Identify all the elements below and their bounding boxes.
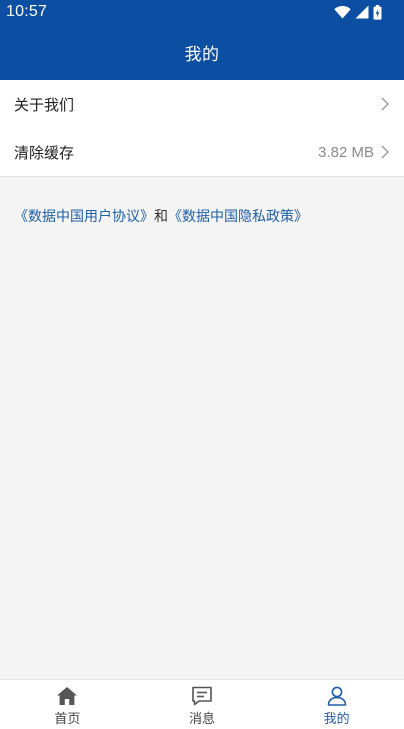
app-bar: 我的 bbox=[0, 24, 404, 80]
tab-mine[interactable]: 我的 bbox=[269, 680, 404, 729]
tab-messages-label: 消息 bbox=[189, 712, 216, 727]
tab-home[interactable]: 首页 bbox=[0, 680, 135, 729]
tab-messages[interactable]: 消息 bbox=[135, 680, 270, 729]
menu-group: 关于我们 清除缓存 3.82 MB bbox=[0, 80, 404, 177]
clear-cache-item[interactable]: 清除缓存 3.82 MB bbox=[0, 128, 404, 176]
about-us-label: 关于我们 bbox=[14, 95, 75, 114]
message-icon bbox=[190, 685, 214, 707]
user-agreement-link[interactable]: 《数据中国用户协议》 bbox=[14, 209, 154, 225]
about-us-item[interactable]: 关于我们 bbox=[0, 80, 404, 128]
page-title: 我的 bbox=[184, 44, 220, 65]
bottom-tab-bar: 首页 消息 我的 bbox=[0, 679, 404, 729]
status-icons bbox=[334, 4, 382, 20]
wifi-icon bbox=[334, 5, 351, 19]
policy-line: 《数据中国用户协议》和《数据中国隐私政策》 bbox=[14, 207, 308, 227]
tab-mine-label: 我的 bbox=[323, 712, 350, 727]
home-icon bbox=[55, 685, 79, 707]
cache-size-value: 3.82 MB bbox=[318, 143, 374, 161]
chevron-right-icon bbox=[380, 97, 390, 111]
privacy-policy-link[interactable]: 《数据中国隐私政策》 bbox=[168, 209, 308, 225]
status-time: 10:57 bbox=[6, 3, 48, 20]
policy-connector: 和 bbox=[154, 209, 168, 225]
screen: 10:57 我的 关于我们 清除缓存 3.82 MB 《数据中国用户协议》和《数… bbox=[0, 0, 404, 729]
battery-charging-icon bbox=[373, 4, 382, 20]
tab-home-label: 首页 bbox=[54, 712, 81, 727]
status-bar: 10:57 bbox=[0, 0, 404, 24]
clear-cache-label: 清除缓存 bbox=[14, 143, 75, 162]
chevron-right-icon bbox=[380, 145, 390, 159]
person-icon bbox=[325, 685, 349, 707]
signal-icon bbox=[355, 5, 369, 19]
